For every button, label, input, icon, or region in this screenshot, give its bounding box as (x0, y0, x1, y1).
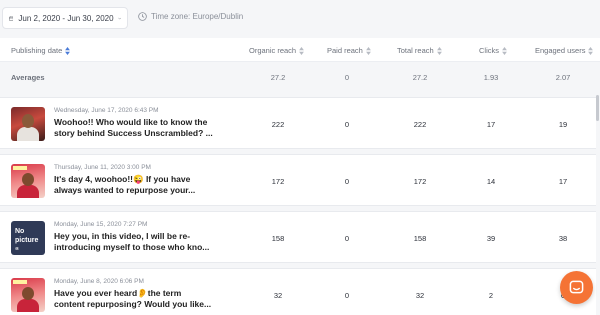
sort-icon (588, 46, 594, 55)
average-paid-reach: 0 (344, 73, 350, 82)
average-organic-reach: 27.2 (270, 73, 286, 82)
post-date: Monday, June 8, 2020 6:06 PM (54, 278, 144, 285)
engaged-users-cell: 17 (558, 177, 568, 186)
post-date: Thursday, June 11, 2020 3:00 PM (54, 164, 151, 171)
chat-button[interactable] (560, 271, 593, 304)
scrollbar[interactable] (596, 95, 599, 121)
paid-reach-cell: 0 (344, 291, 350, 300)
post-text[interactable]: Have you ever heard👂the term content rep… (54, 288, 214, 310)
post-text[interactable]: It's day 4, woohoo!!😜 If you have always… (54, 174, 214, 196)
clicks-cell: 14 (486, 177, 496, 186)
date-range-label: Jun 2, 2020 - Jun 30, 2020 (18, 13, 114, 23)
table-row[interactable]: No picture “ Monday, June 15, 2020 7:27 … (0, 211, 596, 263)
column-clicks[interactable]: Clicks (479, 46, 507, 55)
timezone-indicator: Time zone: Europe/Dublin (138, 12, 243, 21)
engaged-users-cell: 38 (558, 234, 568, 243)
organic-reach-cell: 32 (273, 291, 283, 300)
average-engaged-users: 2.07 (555, 73, 571, 82)
column-total-reach[interactable]: Total reach (397, 46, 442, 55)
paid-reach-cell: 0 (344, 234, 350, 243)
paid-reach-cell: 0 (344, 177, 350, 186)
post-thumbnail[interactable] (11, 278, 45, 312)
column-label: Paid reach (327, 46, 363, 55)
clicks-cell: 17 (486, 120, 496, 129)
post-thumbnail[interactable] (11, 164, 45, 198)
clicks-cell: 39 (486, 234, 496, 243)
clicks-cell: 2 (488, 291, 494, 300)
column-label: Organic reach (249, 46, 297, 55)
column-label: Engaged users (535, 46, 586, 55)
column-paid-reach[interactable]: Paid reach (327, 46, 371, 55)
column-label: Publishing date (11, 46, 63, 55)
quote-icon: “ (15, 246, 19, 255)
average-clicks: 1.93 (483, 73, 499, 82)
chat-icon (569, 280, 584, 294)
total-reach-cell: 158 (413, 234, 427, 243)
clock-icon (138, 12, 147, 21)
no-picture-label: No picture (15, 228, 39, 244)
calendar-icon (9, 15, 14, 21)
organic-reach-cell: 172 (271, 177, 285, 186)
organic-reach-cell: 158 (271, 234, 285, 243)
averages-label: Averages (11, 73, 45, 82)
column-organic-reach[interactable]: Organic reach (249, 46, 305, 55)
paid-reach-cell: 0 (344, 120, 350, 129)
total-reach-cell: 32 (415, 291, 425, 300)
sort-icon (65, 46, 71, 55)
post-text[interactable]: Hey you, in this video, I will be re-int… (54, 231, 214, 253)
timezone-label: Time zone: Europe/Dublin (151, 12, 244, 21)
post-date: Monday, June 15, 2020 7:27 PM (54, 221, 148, 228)
table-row[interactable]: Thursday, June 11, 2020 3:00 PM It's day… (0, 154, 596, 206)
table-row[interactable]: Monday, June 8, 2020 6:06 PM Have you ev… (0, 268, 596, 315)
post-thumbnail-placeholder[interactable]: No picture “ (11, 221, 45, 255)
post-thumbnail[interactable] (11, 107, 45, 141)
chevron-down-icon (117, 17, 121, 19)
post-date: Wednesday, June 17, 2020 6:43 PM (54, 107, 159, 114)
sort-icon (502, 46, 507, 55)
sort-icon (365, 46, 371, 55)
post-text[interactable]: Woohoo!! Who would like to know the stor… (54, 117, 214, 139)
table-header: Publishing date Organic reach Paid reach… (0, 38, 600, 62)
column-label: Total reach (397, 46, 434, 55)
total-reach-cell: 172 (413, 177, 427, 186)
toolbar: Jun 2, 2020 - Jun 30, 2020 Time zone: Eu… (0, 0, 600, 36)
sort-icon (299, 46, 305, 55)
column-engaged-users[interactable]: Engaged users (535, 46, 594, 55)
total-reach-cell: 222 (413, 120, 427, 129)
table-row[interactable]: Wednesday, June 17, 2020 6:43 PM Woohoo!… (0, 97, 596, 149)
average-total-reach: 27.2 (412, 73, 428, 82)
column-publishing-date[interactable]: Publishing date (11, 46, 71, 55)
organic-reach-cell: 222 (271, 120, 285, 129)
averages-row: Averages 27.2 0 27.2 1.93 2.07 (0, 62, 600, 90)
sort-icon (436, 46, 442, 55)
date-range-picker[interactable]: Jun 2, 2020 - Jun 30, 2020 (2, 7, 128, 29)
column-label: Clicks (479, 46, 499, 55)
engaged-users-cell: 19 (558, 120, 568, 129)
